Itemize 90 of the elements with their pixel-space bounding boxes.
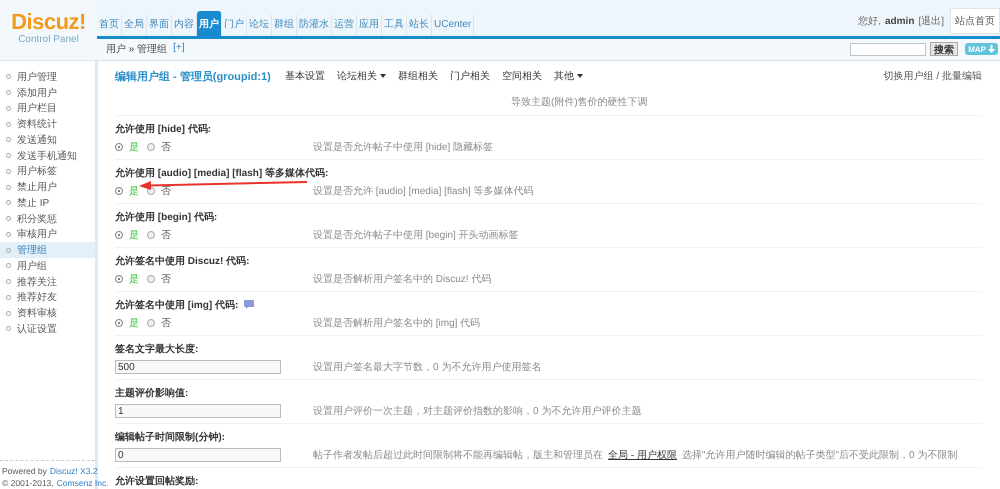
powered-text: Powered by: [2, 465, 47, 477]
sidebar-item[interactable]: 推荐关注: [0, 274, 95, 290]
setting-description: 设置是否解析用户签名中的 Discuz! 代码: [313, 272, 492, 286]
sidebar-item[interactable]: 推荐好友: [0, 290, 95, 306]
section-tab[interactable]: 其他: [554, 69, 583, 83]
radio-option[interactable]: 否: [147, 316, 171, 330]
setting-label: 允许签名中使用 [img] 代码:: [115, 298, 238, 312]
sidebar-item[interactable]: 禁止 IP: [0, 195, 95, 211]
sidebar-item[interactable]: 认证设置: [0, 321, 95, 337]
section-tab[interactable]: 门户相关: [450, 69, 490, 83]
page-title: 编辑用户组 - 管理员(groupid:1): [115, 70, 271, 84]
copyright-text: © 2001-2013,: [2, 477, 54, 489]
nav-tab[interactable]: UCenter: [432, 14, 474, 36]
search-field[interactable]: [850, 42, 926, 56]
radio-button[interactable]: [115, 187, 123, 195]
add-shortcut-link[interactable]: [+]: [173, 42, 185, 56]
sidebar-item[interactable]: 管理组: [0, 242, 95, 258]
setting-label: 允许使用 [audio] [media] [flash] 等多媒体代码:: [115, 166, 328, 180]
company-link[interactable]: Comsenz Inc.: [56, 477, 109, 489]
greeting-text: 您好,: [858, 15, 881, 28]
setting-description: 设置用户评价一次主题，对主题评价指数的影响，0 为不允许用户评价主题: [313, 404, 642, 418]
section-tab[interactable]: 群组相关: [398, 69, 438, 83]
breadcrumb-text: 用户 » 管理组: [106, 42, 168, 56]
sidebar-item[interactable]: 资料审核: [0, 305, 95, 321]
setting-description: 设置是否允许 [audio] [media] [flash] 等多媒体代码: [313, 184, 534, 198]
radio-option[interactable]: 否: [147, 140, 171, 154]
radio-option[interactable]: 否: [147, 228, 171, 242]
setting-label: 允许设置回帖奖励:: [115, 474, 198, 488]
radio-button[interactable]: [115, 143, 123, 151]
speech-bubble-icon[interactable]: [244, 300, 254, 309]
nav-tab[interactable]: 运营: [332, 14, 357, 36]
sidebar-item[interactable]: 用户栏目: [0, 100, 95, 116]
sidebar-item[interactable]: 禁止用户: [0, 179, 95, 195]
sidebar-item[interactable]: 发送手机通知: [0, 148, 95, 164]
setting-description: 设置是否解析用户签名中的 [img] 代码: [313, 316, 480, 330]
search-button[interactable]: 搜索: [930, 42, 958, 56]
text-field[interactable]: 1: [115, 404, 281, 418]
sidebar-item[interactable]: 用户管理: [0, 69, 95, 85]
logo-text: Discuz!: [11, 11, 86, 33]
nav-tab[interactable]: 全局: [122, 14, 147, 36]
sidebar-item[interactable]: 积分奖惩: [0, 210, 95, 226]
radio-button[interactable]: [147, 231, 155, 239]
sidebar-item[interactable]: 添加用户: [0, 84, 95, 100]
arrow-down-icon: [988, 45, 995, 53]
nav-tab[interactable]: 首页: [97, 14, 122, 36]
sidebar-item[interactable]: 发送通知: [0, 132, 95, 148]
nav-tab[interactable]: 应用: [357, 14, 382, 36]
logo-subtitle: Control Panel: [18, 34, 79, 45]
radio-button[interactable]: [115, 231, 123, 239]
radio-button[interactable]: [147, 143, 155, 151]
nav-tab[interactable]: 群组: [272, 14, 297, 36]
nav-tab[interactable]: 用户: [197, 11, 222, 36]
nav-tab[interactable]: 论坛: [247, 14, 272, 36]
section-tab[interactable]: 论坛相关: [336, 69, 386, 83]
text-field[interactable]: 0: [115, 448, 281, 462]
nav-tab[interactable]: 站长: [407, 14, 432, 36]
product-link[interactable]: Discuz! X3.2: [50, 465, 98, 477]
sidebar-item[interactable]: 审核用户: [0, 226, 95, 242]
nav-tab[interactable]: 工具: [382, 14, 407, 36]
sidebar-item[interactable]: 资料统计: [0, 116, 95, 132]
radio-button[interactable]: [147, 275, 155, 283]
setting-label: 允许使用 [hide] 代码:: [115, 122, 212, 136]
switch-group-link[interactable]: 切换用户组 / 批量编辑: [884, 69, 982, 83]
radio-button[interactable]: [115, 275, 123, 283]
nav-tab[interactable]: 门户: [222, 14, 247, 36]
setting-description: 设置用户签名最大字节数，0 为不允许用户使用签名: [313, 360, 542, 374]
setting-label: 编辑帖子时间限制(分钟):: [115, 430, 225, 444]
text-field[interactable]: 500: [115, 360, 281, 374]
nav-tab[interactable]: 防灌水: [297, 14, 332, 36]
user-name: admin: [884, 16, 914, 26]
setting-description: 设置是否允许帖子中使用 [hide] 隐藏标签: [313, 140, 494, 154]
setting-label: 允许签名中使用 Discuz! 代码:: [115, 254, 250, 268]
site-home-button[interactable]: 站点首页: [950, 8, 1000, 34]
radio-button[interactable]: [115, 319, 123, 327]
permission-link[interactable]: 全局 - 用户权限: [608, 448, 677, 462]
section-tab[interactable]: 空间相关: [502, 69, 542, 83]
section-tab[interactable]: 基本设置: [284, 69, 325, 83]
setting-description: 选择"允许用户随时编辑的帖子类型"后不受此限制，0 为不限制: [682, 448, 958, 462]
logout-link[interactable]: [退出]: [918, 14, 944, 28]
setting-label: 签名文字最大长度:: [115, 342, 198, 356]
setting-label: 主题评价影响值:: [115, 386, 188, 400]
setting-description: 设置是否允许帖子中使用 [begin] 开头动画标签: [313, 228, 519, 242]
sidebar-item[interactable]: 用户组: [0, 258, 95, 274]
nav-tab[interactable]: 界面: [147, 14, 172, 36]
setting-label: 允许使用 [begin] 代码:: [115, 210, 218, 224]
radio-option[interactable]: 否: [147, 272, 171, 286]
setting-description: 导致主题(附件)售价的硬性下调: [511, 96, 648, 109]
setting-description: 帖子作者发帖后超过此时间限制将不能再编辑帖，版主和管理员在: [313, 448, 603, 462]
radio-button[interactable]: [147, 319, 155, 327]
sidebar-item[interactable]: 用户标签: [0, 164, 95, 180]
